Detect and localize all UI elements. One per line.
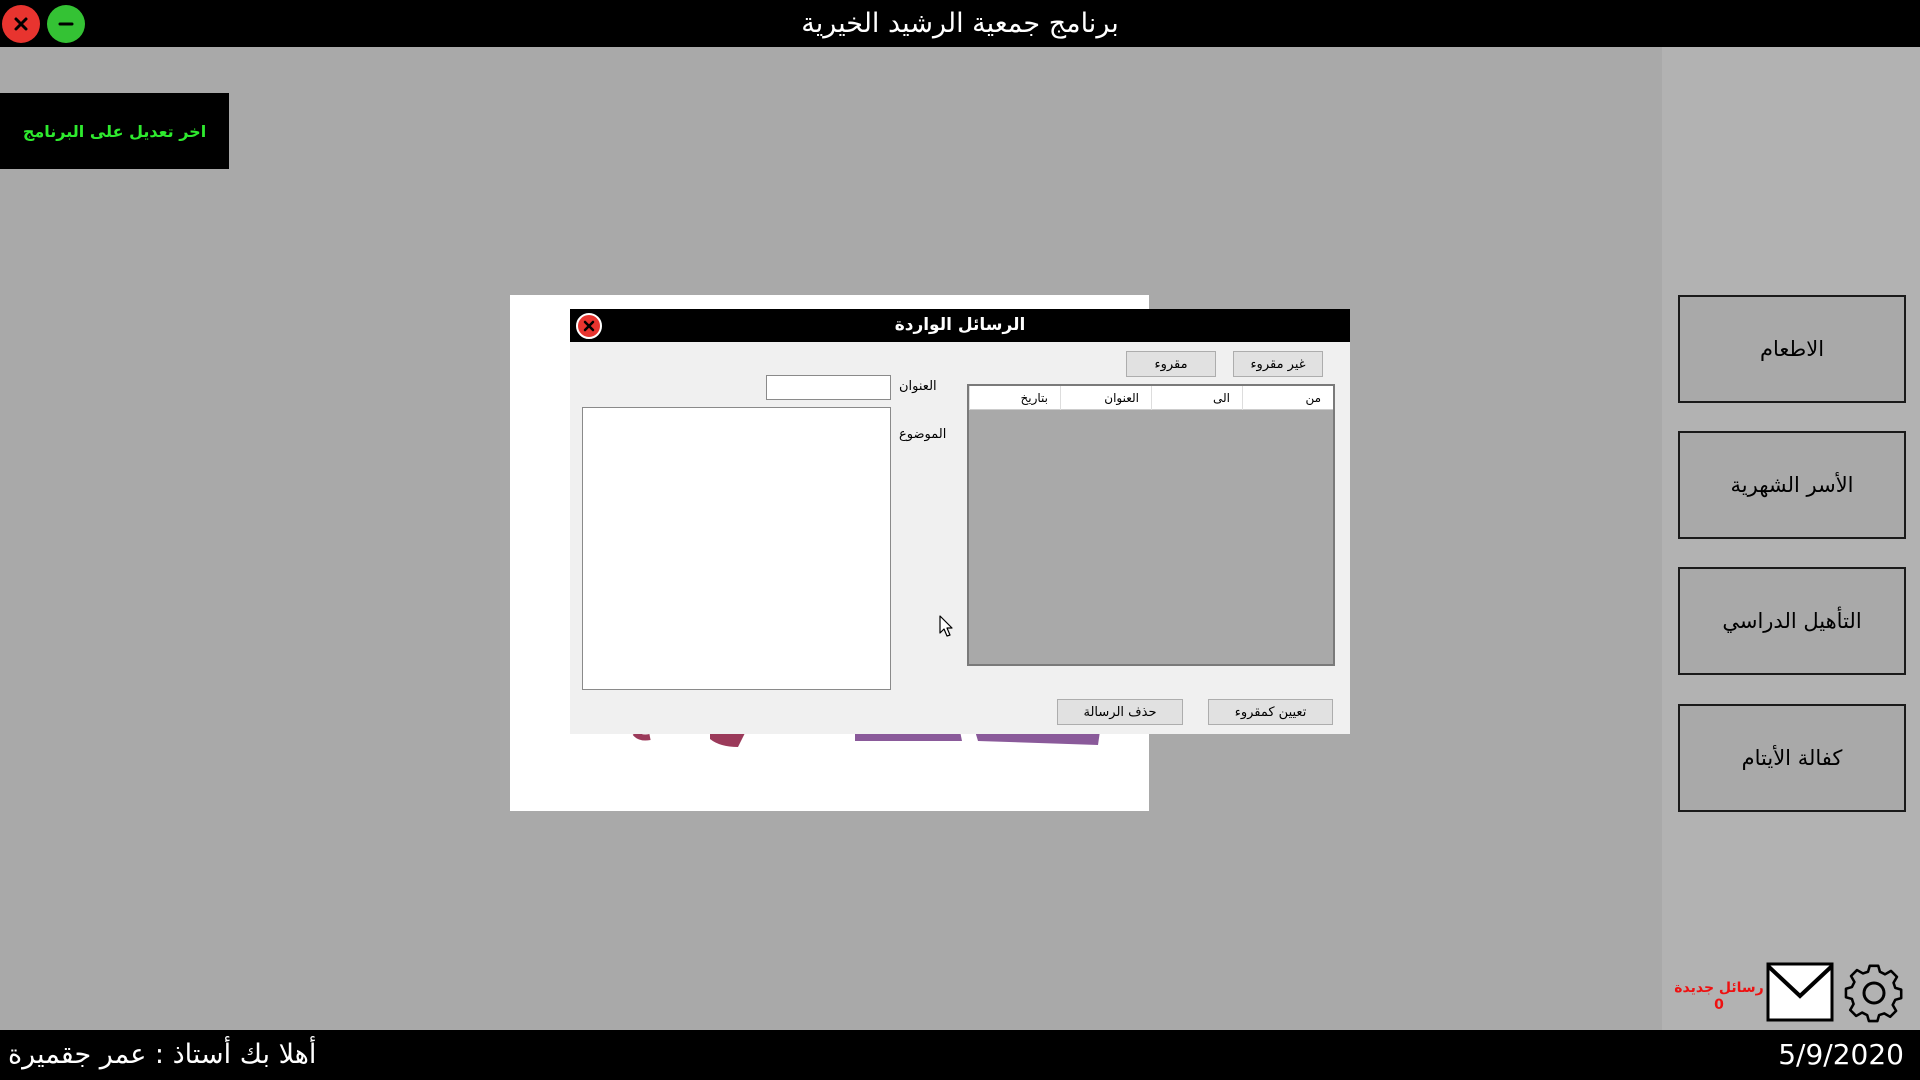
message-body-field[interactable] [582, 407, 891, 690]
menu-item-monthly-families[interactable]: الأسر الشهرية [1678, 431, 1906, 539]
close-icon [583, 320, 595, 332]
subject-field[interactable] [766, 375, 891, 400]
column-to[interactable]: الى [1151, 386, 1242, 410]
mail-icon[interactable] [1766, 962, 1834, 1022]
dialog-header: الرسائل الواردة [570, 309, 1350, 342]
welcome-message: أهلا بك أستاذ : عمر جقميرة [8, 1039, 317, 1070]
menu-item-feeding[interactable]: الاطعام [1678, 295, 1906, 403]
mark-as-read-button[interactable]: تعيين كمقروء [1208, 699, 1333, 725]
menu-item-education[interactable]: التأهيل الدراسي [1678, 567, 1906, 675]
inbox-dialog: الرسائل الواردة غير مقروء مقروء من الى ا… [570, 309, 1350, 734]
messages-list[interactable]: من الى العنوان بتاريخ [967, 384, 1335, 666]
messages-list-header: من الى العنوان بتاريخ [969, 386, 1333, 410]
subject-label: العنوان [899, 379, 937, 394]
dialog-close-button[interactable] [576, 313, 602, 339]
mouse-cursor-icon [939, 615, 953, 637]
new-messages-count: 0 [1714, 997, 1724, 1013]
title-bar: برنامج جمعية الرشيد الخيرية [0, 0, 1920, 47]
app-title: برنامج جمعية الرشيد الخيرية [801, 8, 1119, 39]
status-bar: أهلا بك أستاذ : عمر جقميرة 5/9/2020 [0, 1030, 1920, 1080]
column-date[interactable]: بتاريخ [969, 386, 1060, 410]
gear-icon[interactable] [1840, 961, 1908, 1025]
column-from[interactable]: من [1242, 386, 1333, 410]
filter-unread-button[interactable]: غير مقروء [1233, 351, 1323, 377]
last-update-button[interactable]: اخر تعديل على البرنامج [0, 93, 229, 169]
new-messages-label: رسائل جديدة [1674, 980, 1764, 996]
menu-item-orphan-sponsorship[interactable]: كفالة الأيتام [1678, 704, 1906, 812]
delete-message-button[interactable]: حذف الرسالة [1057, 699, 1183, 725]
dialog-title: الرسائل الواردة [894, 315, 1026, 335]
current-date: 5/9/2020 [1778, 1038, 1904, 1071]
body-label: الموضوع [899, 427, 947, 442]
new-messages-indicator: رسائل جديدة 0 [1674, 980, 1764, 1014]
column-subject[interactable]: العنوان [1060, 386, 1151, 410]
filter-read-button[interactable]: مقروء [1126, 351, 1216, 377]
